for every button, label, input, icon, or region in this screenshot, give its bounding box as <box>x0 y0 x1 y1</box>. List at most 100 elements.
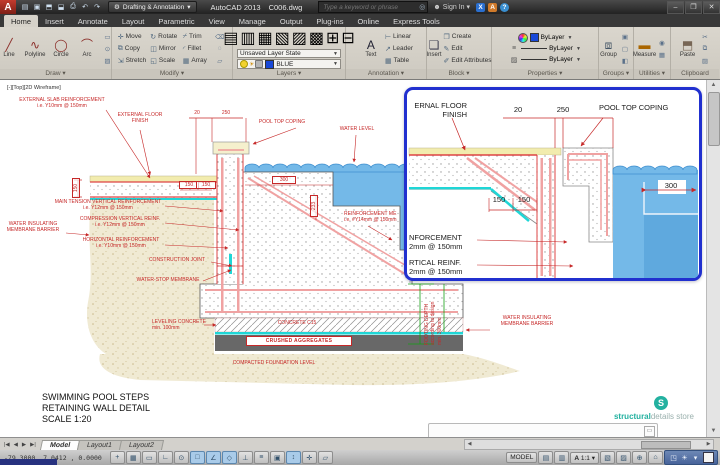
drafting-toggle-button[interactable]: ∟ <box>158 451 173 464</box>
panel-title-properties[interactable]: Properties ▾ <box>492 69 598 79</box>
scroll-right-icon[interactable]: ▶ <box>704 440 713 449</box>
model-space-button[interactable]: MODEL <box>506 452 537 463</box>
group-extra-icon[interactable]: ▢ <box>619 43 632 54</box>
layer-tool-icon[interactable]: ▩ <box>309 28 324 48</box>
utilities-extra-icon[interactable]: ▦ <box>656 49 669 60</box>
layout-tab[interactable]: Layout2 <box>119 440 164 450</box>
drafting-toggle-button[interactable]: ▱ <box>318 451 333 464</box>
close-button[interactable]: ✕ <box>703 1 720 14</box>
annotation-tool-button[interactable]: ⊢Linear <box>385 31 413 43</box>
command-line[interactable]: ▭ <box>428 423 658 437</box>
modify-tool-button[interactable]: ⧉Copy <box>118 43 146 55</box>
layer-tool-icon[interactable]: ▥ <box>240 28 255 48</box>
status-extra-icon[interactable]: ▨ <box>616 451 631 464</box>
clipboard-extra-icon[interactable]: ⧉ <box>699 43 712 54</box>
ribbon-tab[interactable]: Layout <box>115 15 152 27</box>
quick-access-icon[interactable]: ⬒ <box>44 2 54 12</box>
command-line-toggle-icon[interactable]: ▭ <box>644 426 655 437</box>
modify-tool-button[interactable]: ⇲Stretch <box>118 55 146 67</box>
modify-tool-button[interactable]: ✛Move <box>118 31 146 43</box>
panel-title-draw[interactable]: Draw ▾ <box>0 69 111 79</box>
drafting-toggle-button[interactable]: ≡ <box>254 451 269 464</box>
annotation-scale-button[interactable]: A 1:1 ▾ <box>570 452 599 464</box>
drafting-toggle-button[interactable]: ▭ <box>142 451 157 464</box>
utilities-extra-icon[interactable]: ◉ <box>656 37 669 48</box>
quick-access-icon[interactable]: ⎙ <box>68 2 78 12</box>
ribbon-tab[interactable]: Home <box>4 15 38 27</box>
quick-access-icon[interactable]: ↶ <box>80 2 90 12</box>
panel-title-block[interactable]: Block ▾ <box>427 69 491 79</box>
modify-tool-button[interactable]: ⌿Trim <box>183 31 211 43</box>
object-color-dropdown[interactable]: ByLayer ▼ <box>518 32 573 43</box>
clipboard-extra-icon[interactable]: ▨ <box>699 55 712 66</box>
measure-button[interactable]: ▬ Measure <box>636 39 654 58</box>
horizontal-scroll-thumb[interactable] <box>641 441 691 449</box>
workspace-status-icon[interactable]: ▾ <box>690 453 701 463</box>
modify-tool-button[interactable]: ↻Rotate <box>150 31 178 43</box>
drafting-toggle-button[interactable]: □ <box>190 451 205 464</box>
bulb-icon[interactable] <box>240 60 248 68</box>
layer-tool-icon[interactable]: ▧ <box>275 28 290 48</box>
ribbon-tab[interactable]: Plug-ins <box>309 15 350 27</box>
paste-button[interactable]: ⬒ Paste <box>679 39 697 58</box>
drafting-toggle-button[interactable]: ∠ <box>206 451 221 464</box>
ribbon-tab[interactable]: Express Tools <box>386 15 447 27</box>
layout-nav-icon[interactable]: |◀ <box>2 442 12 448</box>
sun-icon[interactable]: ☀ <box>249 61 254 68</box>
drafting-toggle-button[interactable]: ⊥ <box>238 451 253 464</box>
layout-mode-icon[interactable]: ▤ <box>538 451 553 464</box>
maximize-button[interactable]: ❐ <box>685 1 702 14</box>
status-extra-icon[interactable]: ⊕ <box>632 451 647 464</box>
drafting-toggle-button[interactable]: ◇ <box>222 451 237 464</box>
lock-icon[interactable] <box>255 60 263 68</box>
drafting-toggle-button[interactable]: ▦ <box>126 451 141 464</box>
layout-tab[interactable]: Model <box>40 440 80 450</box>
drafting-toggle-button[interactable]: + <box>110 451 125 464</box>
layer-tool-icon[interactable]: ⊞ <box>326 28 339 48</box>
lineweight-dropdown[interactable]: ≡ ByLayer ▼ <box>509 43 581 54</box>
clean-screen-button[interactable] <box>703 452 714 463</box>
layout-tab[interactable]: Layout1 <box>77 440 122 450</box>
drafting-toggle-button[interactable]: ↕ <box>286 451 301 464</box>
modify-extra-icon[interactable]: ▱ <box>213 55 226 66</box>
annotation-tool-button[interactable]: ↗Leader <box>385 43 413 55</box>
drawing-canvas[interactable]: [-][Top][2D Wireframe] <box>0 80 720 437</box>
viewport-controls[interactable]: [-][Top][2D Wireframe] <box>7 85 61 91</box>
layer-tool-icon[interactable]: ▨ <box>292 28 307 48</box>
quick-access-icon[interactable]: ⬓ <box>56 2 66 12</box>
autodesk360-icon[interactable]: A <box>488 3 497 12</box>
layer-dropdown[interactable]: ☀ BLUE ▼ <box>237 59 341 69</box>
layer-tool-icon[interactable]: ▤ <box>223 28 238 48</box>
drafting-toggle-button[interactable]: ▣ <box>270 451 285 464</box>
ribbon-tab[interactable]: Manage <box>232 15 273 27</box>
minimize-button[interactable]: – <box>667 1 684 14</box>
workspace-status-icon[interactable]: ☀ <box>679 453 690 463</box>
quick-access-icon[interactable]: ↷ <box>92 2 102 12</box>
scroll-down-icon[interactable]: ▼ <box>707 426 720 437</box>
ribbon-tab[interactable]: Online <box>350 15 386 27</box>
scroll-left-icon[interactable]: ◀ <box>465 440 474 449</box>
block-tool-button[interactable]: ✎Edit <box>444 43 492 55</box>
text-tool-button[interactable]: A Text <box>359 39 383 58</box>
block-tool-button[interactable]: ✐Edit Attributes <box>444 55 492 67</box>
workspace-status-icon[interactable]: ◳ <box>668 453 679 463</box>
vertical-scrollbar[interactable]: ▲ ▼ <box>706 80 720 437</box>
draw-tool-button[interactable]: ∿Polyline <box>23 39 47 58</box>
exchange-apps-icon[interactable]: X <box>476 3 485 12</box>
search-icon[interactable]: ◎ <box>419 3 425 11</box>
panel-title-annotation[interactable]: Annotation ▾ <box>346 69 426 79</box>
help-icon[interactable]: ? <box>500 3 509 12</box>
help-search[interactable]: ◎ <box>318 1 428 13</box>
layout-nav-icon[interactable]: ▶| <box>28 442 38 448</box>
quick-access-icon[interactable]: ▣ <box>32 2 42 12</box>
search-input[interactable] <box>321 3 419 12</box>
layout-nav-icon[interactable]: ▶ <box>20 442 28 448</box>
insert-block-button[interactable]: ❏ Insert <box>427 39 442 58</box>
panel-title-clipboard[interactable]: Clipboard <box>671 69 719 79</box>
ribbon-tab[interactable]: Parametric <box>151 15 201 27</box>
workspace-switcher[interactable]: ⚙ Drafting & Annotation ▾ <box>108 1 197 13</box>
layer-tool-icon[interactable]: ▦ <box>257 28 272 48</box>
panel-title-layers[interactable]: Layers ▾ <box>233 69 345 79</box>
autocad-logo-icon[interactable]: A <box>0 0 16 14</box>
drafting-toggle-button[interactable]: ⊙ <box>174 451 189 464</box>
